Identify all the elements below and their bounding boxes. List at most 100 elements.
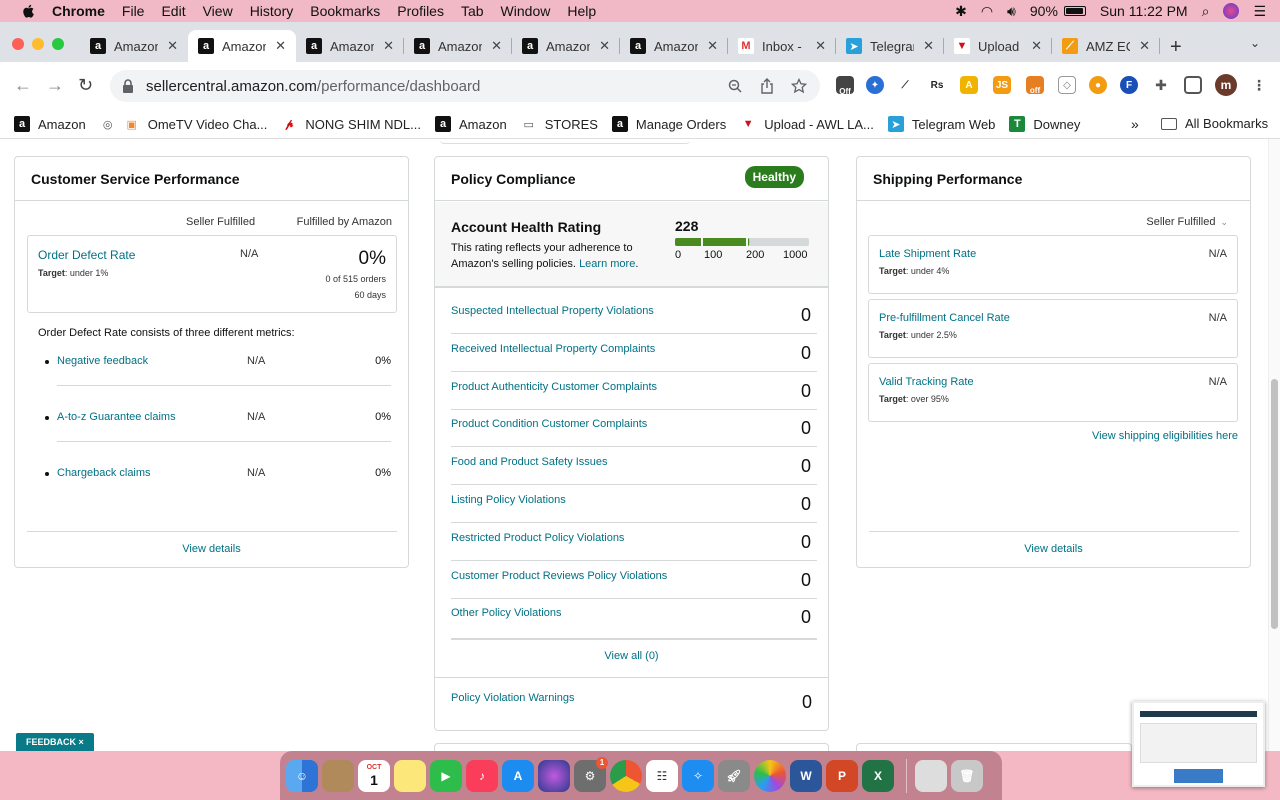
zoom-icon[interactable]	[726, 77, 744, 95]
tab-2[interactable]: a Amazon ✕	[188, 30, 296, 62]
menu-history[interactable]: History	[250, 3, 294, 19]
zoom-window-button[interactable]	[52, 38, 64, 50]
close-window-button[interactable]	[12, 38, 24, 50]
notefile-icon[interactable]	[322, 759, 354, 792]
menu-profiles[interactable]: Profiles	[397, 3, 444, 19]
policy-row-link[interactable]: Suspected Intellectual Property Violatio…	[451, 305, 654, 317]
photos-icon[interactable]	[754, 759, 786, 792]
tab-6[interactable]: a Amazon ✕	[620, 30, 728, 62]
feedback-close-icon[interactable]: ×	[79, 737, 84, 747]
tab-close-icon[interactable]: ✕	[923, 38, 934, 54]
shipping-metric-link[interactable]: Pre-fulfillment Cancel Rate	[879, 312, 1010, 324]
tab-close-icon[interactable]: ✕	[1031, 38, 1042, 54]
tab-3[interactable]: a Amazon ✕	[296, 30, 404, 62]
tab-8[interactable]: ➤ Telegram ✕	[836, 30, 944, 62]
forward-icon[interactable]: →	[46, 75, 64, 96]
extension-off2-icon[interactable]: off	[1026, 76, 1044, 95]
menu-view[interactable]: View	[203, 3, 233, 19]
extension-asin-icon[interactable]: A	[960, 76, 978, 94]
tab-close-icon[interactable]: ✕	[383, 38, 394, 54]
menu-edit[interactable]: Edit	[161, 3, 185, 19]
view-all-link[interactable]: View all (0)	[435, 650, 828, 662]
control-center-icon[interactable]: ☰	[1253, 3, 1266, 20]
tab-9[interactable]: ▼ Upload ✕	[944, 30, 1052, 62]
shipping-eligibilities-link[interactable]: View shipping eligibilities here	[1092, 430, 1238, 442]
documents-stack-icon[interactable]	[915, 759, 947, 792]
policy-row-link[interactable]: Received Intellectual Property Complaint…	[451, 343, 655, 355]
calendar-icon[interactable]: OCT 1	[358, 759, 390, 792]
tab-4[interactable]: a Amazon ✕	[404, 30, 512, 62]
feedback-tab[interactable]: FEEDBACK ×	[16, 733, 94, 751]
bookmark-1[interactable]: a Amazon	[14, 116, 86, 132]
extension-orange-icon[interactable]: ●	[1089, 76, 1107, 94]
tab-close-icon[interactable]: ✕	[491, 38, 502, 54]
menu-tab[interactable]: Tab	[461, 3, 484, 19]
tab-close-icon[interactable]: ✕	[599, 38, 610, 54]
bookmark-6[interactable]: a Manage Orders	[611, 116, 726, 132]
siri-icon[interactable]	[1223, 3, 1240, 19]
menu-help[interactable]: Help	[567, 3, 596, 19]
extension-blue-icon[interactable]: ✦	[866, 76, 884, 94]
bookmark-7[interactable]: ▼ Upload - AWL LA...	[740, 116, 874, 132]
bluetooth-icon[interactable]: ✱	[955, 3, 967, 20]
shipping-metric-link[interactable]: Valid Tracking Rate	[879, 376, 974, 388]
tab-close-icon[interactable]: ✕	[707, 38, 718, 54]
policy-row-link[interactable]: Customer Product Reviews Policy Violatio…	[451, 570, 667, 582]
tab-close-icon[interactable]: ✕	[275, 38, 286, 54]
tab-search-chevron-icon[interactable]: ⌄	[1250, 36, 1260, 50]
tab-close-icon[interactable]: ✕	[167, 38, 178, 54]
extensions-puzzle-icon[interactable]: ✚	[1152, 76, 1170, 94]
cs-metric-link[interactable]: A-to-z Guarantee claims	[57, 411, 176, 423]
extension-cube-icon[interactable]: ◇	[1058, 76, 1076, 94]
bookmark-3[interactable]: 𝓅 NONG SHIM NDL...	[281, 116, 421, 132]
word-icon[interactable]: W	[790, 759, 822, 792]
bookmark-8[interactable]: ➤ Telegram Web	[887, 116, 995, 132]
facetime-icon[interactable]: ▶	[430, 759, 462, 792]
lock-icon[interactable]	[122, 79, 136, 93]
minimize-window-button[interactable]	[32, 38, 44, 50]
system-preferences-icon[interactable]: ⚙ 1	[574, 756, 608, 792]
bookmark-5[interactable]: ▭ STORES	[520, 116, 598, 132]
bookmark-2[interactable]: ◎ ▣ OmeTV Video Cha...	[100, 116, 267, 132]
bookmark-9[interactable]: T Downey	[1009, 116, 1080, 132]
extension-f-icon[interactable]: F	[1120, 76, 1138, 94]
address-bar[interactable]: sellercentral.amazon.com/performance/das…	[110, 70, 820, 102]
reminders-icon[interactable]: ☷	[646, 759, 678, 792]
trash-icon[interactable]: 🗑︎	[951, 759, 983, 792]
tab-close-icon[interactable]: ✕	[815, 38, 826, 54]
clock[interactable]: Sun 11:22 PM	[1100, 3, 1188, 19]
excel-icon[interactable]: X	[862, 759, 894, 792]
all-bookmarks-button[interactable]: All Bookmarks	[1161, 116, 1268, 131]
screenshot-thumbnail[interactable]	[1132, 701, 1265, 787]
policy-row-link[interactable]: Food and Product Safety Issues	[451, 456, 608, 468]
tab-close-icon[interactable]: ✕	[1139, 38, 1150, 54]
menu-window[interactable]: Window	[501, 3, 551, 19]
cs-metric-link[interactable]: Negative feedback	[57, 355, 148, 367]
apple-icon[interactable]	[20, 3, 38, 19]
chrome-dock-icon[interactable]	[610, 759, 642, 792]
extension-rs-icon[interactable]: Rs	[928, 76, 946, 94]
tab-1[interactable]: a Amazon ✕	[80, 30, 188, 62]
policy-row-link[interactable]: Product Condition Customer Complaints	[451, 418, 647, 430]
volume-icon[interactable]: 🔊︎	[1007, 3, 1016, 20]
policy-violation-warnings-link[interactable]: Policy Violation Warnings	[451, 692, 575, 704]
profile-avatar[interactable]: m	[1215, 74, 1237, 96]
spotlight-search-icon[interactable]: ⌕	[1202, 3, 1210, 20]
menu-bookmarks[interactable]: Bookmarks	[310, 3, 380, 19]
tab-5[interactable]: a Amazon ✕	[512, 30, 620, 62]
menu-file[interactable]: File	[122, 3, 145, 19]
scrollbar-thumb[interactable]	[1271, 379, 1278, 629]
learn-more-link[interactable]: Learn more	[579, 258, 635, 270]
bookmark-star-icon[interactable]	[790, 77, 808, 95]
share-icon[interactable]	[758, 77, 776, 95]
finder-icon[interactable]: ☺	[286, 759, 318, 792]
extension-tool-icon[interactable]: ⟋	[896, 76, 914, 94]
bookmarks-overflow-chevron[interactable]: »	[1131, 116, 1139, 132]
back-icon[interactable]: ←	[14, 75, 32, 96]
launchpad-icon[interactable]: 🚀︎	[718, 759, 750, 792]
notes-icon[interactable]	[394, 759, 426, 792]
shipping-metric-link[interactable]: Late Shipment Rate	[879, 248, 976, 260]
policy-row-link[interactable]: Listing Policy Violations	[451, 494, 566, 506]
menu-chrome[interactable]: Chrome	[52, 3, 105, 19]
policy-row-link[interactable]: Restricted Product Policy Violations	[451, 532, 624, 544]
